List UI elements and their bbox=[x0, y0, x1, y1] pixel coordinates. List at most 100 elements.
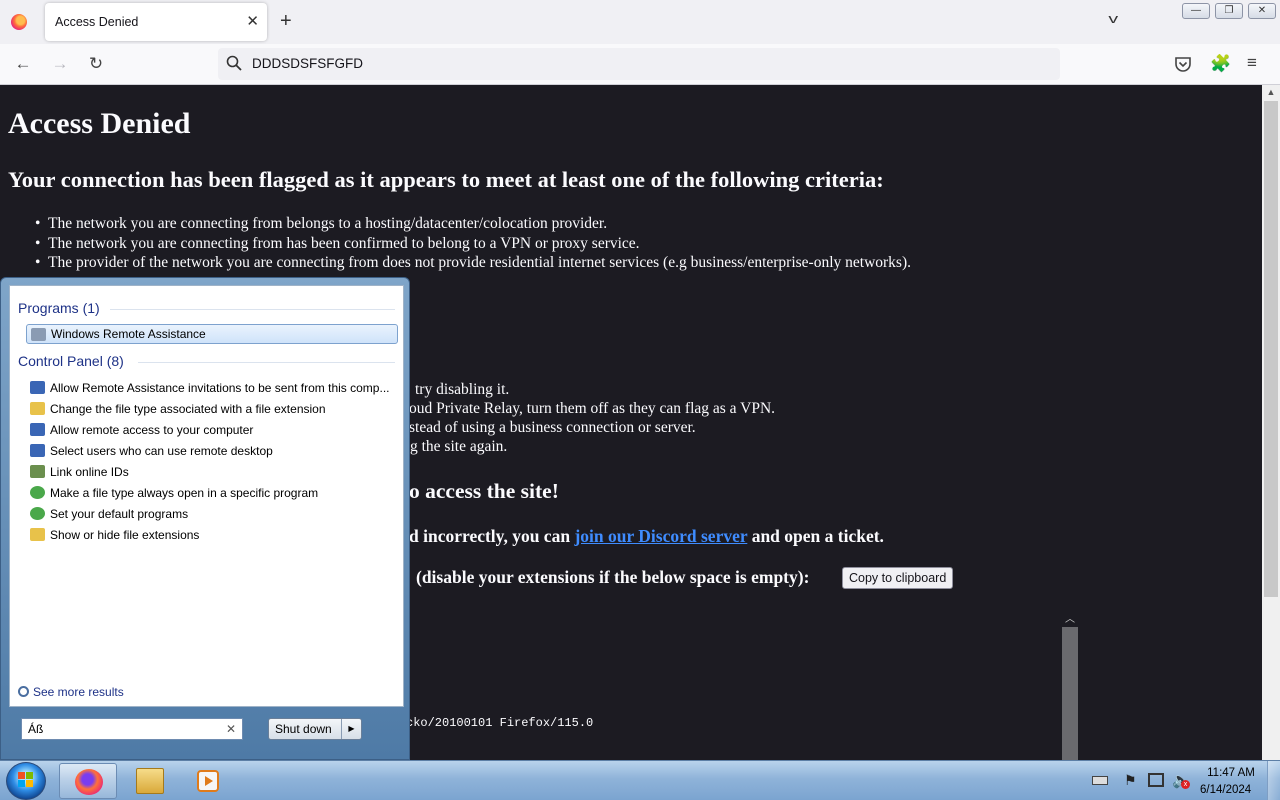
network-icon[interactable] bbox=[1148, 773, 1164, 787]
tab-access-denied[interactable]: Access Denied ✕ bbox=[45, 3, 267, 41]
forward-arrow-icon[interactable]: → bbox=[49, 54, 71, 74]
user-agent-text: cko/20100101 Firefox/115.0 bbox=[406, 716, 594, 730]
control-panel-item[interactable]: Allow remote access to your computer bbox=[26, 420, 398, 440]
search-icon bbox=[226, 55, 242, 71]
list-all-tabs-chevron-icon[interactable]: v bbox=[1108, 11, 1118, 26]
tab-title: Access Denied bbox=[55, 15, 139, 29]
browser-tab-bar: Access Denied ✕ + v — ❐ ✕ bbox=[0, 0, 1280, 44]
taskbar-media-player-button[interactable] bbox=[181, 763, 239, 799]
partial-heading: o access the site! bbox=[409, 479, 559, 503]
list-item: The provider of the network you are conn… bbox=[35, 253, 911, 273]
program-label: Windows Remote Assistance bbox=[51, 327, 206, 341]
start-menu-results-panel: Programs (1) Windows Remote Assistance C… bbox=[9, 285, 404, 707]
search-icon bbox=[18, 686, 29, 697]
copy-to-clipboard-button[interactable]: Copy to clipboard bbox=[842, 567, 954, 589]
address-bar[interactable]: DDDSDSFSFGFD bbox=[218, 48, 1060, 80]
address-bar-text[interactable]: DDDSDSFSFGFD bbox=[252, 56, 363, 71]
volume-muted-badge: x bbox=[1181, 780, 1190, 789]
action-center-flag-icon[interactable]: ⚑ bbox=[1124, 772, 1137, 789]
discord-suffix: and open a ticket. bbox=[751, 526, 884, 546]
taskbar-explorer-button[interactable] bbox=[121, 763, 179, 799]
keyboard-icon[interactable] bbox=[1092, 776, 1108, 785]
page-title: Access Denied bbox=[8, 107, 191, 140]
control-panel-item-label: Allow remote access to your computer bbox=[50, 423, 254, 437]
control-panel-item[interactable]: Make a file type always open in a specif… bbox=[26, 483, 398, 503]
firefox-icon bbox=[75, 769, 103, 795]
list-item: The network you are connecting from belo… bbox=[35, 214, 911, 234]
firefox-logo-icon bbox=[11, 14, 27, 30]
windows-logo-icon bbox=[18, 772, 33, 787]
browser-navigation-bar: ← → ↻ DDDSDSFSFGFD 🧩 ≡ bbox=[0, 44, 1280, 85]
control-panel-header: Control Panel (8) bbox=[18, 353, 124, 369]
new-tab-button[interactable]: + bbox=[280, 10, 292, 33]
partial-text-line: try disabling it. bbox=[415, 381, 510, 398]
pocket-icon[interactable] bbox=[1174, 55, 1192, 73]
folder-options-icon bbox=[30, 528, 45, 541]
tab-close-icon[interactable]: ✕ bbox=[246, 12, 259, 30]
remote-assistance-icon bbox=[31, 328, 46, 341]
control-panel-item-label: Show or hide file extensions bbox=[50, 528, 200, 542]
clock-time[interactable]: 11:47 AM bbox=[1204, 767, 1258, 779]
user-accounts-icon bbox=[30, 465, 45, 478]
taskbar-firefox-button[interactable] bbox=[59, 763, 117, 799]
show-desktop-button[interactable] bbox=[1267, 761, 1280, 800]
control-panel-item[interactable]: Show or hide file extensions bbox=[26, 525, 398, 545]
system-icon bbox=[30, 381, 45, 394]
scroll-up-chevron-icon[interactable]: ︿ bbox=[1065, 610, 1075, 625]
see-more-label: See more results bbox=[33, 685, 124, 699]
partial-text-line: oud Private Relay, turn them off as they… bbox=[409, 400, 776, 417]
system-icon bbox=[30, 444, 45, 457]
control-panel-item-label: Select users who can use remote desktop bbox=[50, 444, 273, 458]
discord-link[interactable]: join our Discord server bbox=[574, 526, 747, 546]
shut-down-label: Shut down bbox=[275, 722, 332, 736]
partial-text-line: g the site again. bbox=[410, 438, 508, 455]
window-close-button[interactable]: ✕ bbox=[1248, 3, 1276, 19]
scroll-up-arrow-icon[interactable]: ▲ bbox=[1262, 87, 1280, 97]
taskbar: ⚑ 🔈 x 11:47 AM 6/14/2024 bbox=[0, 760, 1280, 800]
start-search-input[interactable]: Áß ✕ bbox=[21, 718, 243, 740]
partial-text-line: stead of using a business connection or … bbox=[409, 419, 696, 436]
clock-date[interactable]: 6/14/2024 bbox=[1200, 784, 1251, 796]
see-more-results-link[interactable]: See more results bbox=[18, 685, 124, 699]
discord-line: d incorrectly, you can join our Discord … bbox=[409, 526, 884, 547]
control-panel-item-label: Allow Remote Assistance invitations to b… bbox=[50, 381, 390, 395]
textarea-scrollbar-thumb[interactable] bbox=[1062, 627, 1078, 760]
start-menu: Programs (1) Windows Remote Assistance C… bbox=[0, 277, 410, 760]
reload-icon[interactable]: ↻ bbox=[85, 54, 107, 74]
control-panel-item[interactable]: Change the file type associated with a f… bbox=[26, 399, 398, 419]
shut-down-options-arrow-icon[interactable]: ▶ bbox=[341, 719, 361, 739]
page-scrollbar-thumb[interactable] bbox=[1264, 101, 1278, 597]
control-panel-item[interactable]: Link online IDs bbox=[26, 462, 398, 482]
default-programs-icon bbox=[30, 486, 45, 499]
criteria-list: The network you are connecting from belo… bbox=[35, 214, 911, 273]
control-panel-item[interactable]: Select users who can use remote desktop bbox=[26, 441, 398, 461]
window-restore-button[interactable]: ❐ bbox=[1215, 3, 1243, 19]
back-arrow-icon[interactable]: ← bbox=[12, 54, 34, 74]
divider bbox=[138, 362, 395, 363]
default-programs-icon bbox=[30, 507, 45, 520]
page-scrollbar[interactable]: ▲ bbox=[1262, 85, 1280, 760]
page-subtitle: Your connection has been flagged as it a… bbox=[8, 167, 884, 192]
control-panel-item-label: Change the file type associated with a f… bbox=[50, 402, 326, 416]
start-search-value[interactable]: Áß bbox=[28, 722, 43, 736]
hamburger-menu-icon[interactable]: ≡ bbox=[1247, 53, 1257, 73]
discord-prefix: d incorrectly, you can bbox=[409, 526, 571, 546]
shut-down-button[interactable]: Shut down ▶ bbox=[268, 718, 362, 740]
media-player-icon bbox=[197, 770, 219, 792]
clear-search-icon[interactable]: ✕ bbox=[226, 722, 236, 736]
control-panel-item-label: Make a file type always open in a specif… bbox=[50, 486, 319, 500]
program-windows-remote-assistance[interactable]: Windows Remote Assistance bbox=[26, 324, 398, 344]
divider bbox=[110, 309, 395, 310]
folder-options-icon bbox=[30, 402, 45, 415]
list-item: The network you are connecting from has … bbox=[35, 234, 911, 254]
control-panel-item-label: Set your default programs bbox=[50, 507, 189, 521]
control-panel-item-label: Link online IDs bbox=[50, 465, 129, 479]
folder-icon bbox=[136, 768, 164, 794]
extensions-puzzle-icon[interactable]: 🧩 bbox=[1210, 54, 1231, 74]
window-minimize-button[interactable]: — bbox=[1182, 3, 1210, 19]
system-icon bbox=[30, 423, 45, 436]
control-panel-item[interactable]: Allow Remote Assistance invitations to b… bbox=[26, 378, 398, 398]
start-button[interactable] bbox=[6, 762, 46, 800]
control-panel-item[interactable]: Set your default programs bbox=[26, 504, 398, 524]
programs-header: Programs (1) bbox=[18, 300, 100, 316]
